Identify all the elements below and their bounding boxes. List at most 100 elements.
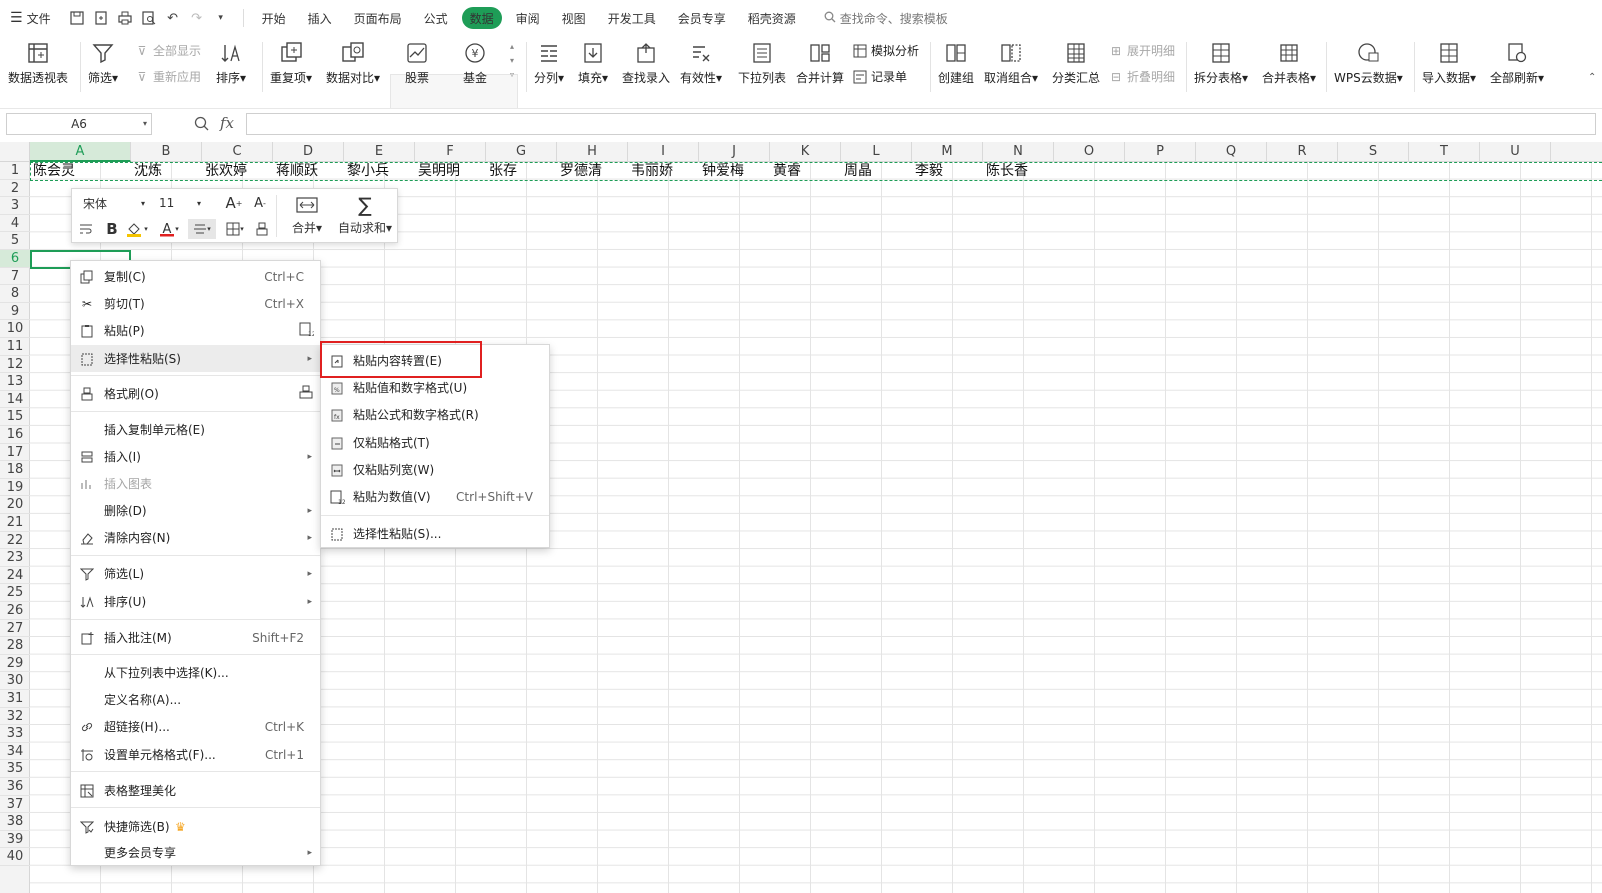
row-header-15[interactable]: 15 (0, 408, 30, 426)
row-header-22[interactable]: 22 (0, 532, 30, 550)
format-cells-menu-item[interactable]: 设置单元格格式(F)... Ctrl+1 (71, 741, 320, 768)
column-header-b[interactable]: B (131, 142, 202, 162)
expand-detail-button[interactable]: ⊞ 展开明细 (1108, 42, 1175, 59)
redo-icon[interactable]: ↷ (189, 10, 205, 26)
row-header-14[interactable]: 14 (0, 391, 30, 409)
format-painter-quick-icon[interactable] (298, 385, 314, 402)
import-data-button[interactable]: 导入数据▾ (1422, 40, 1476, 86)
delete-menu-item[interactable]: 删除(D) ▸ (71, 497, 320, 524)
reapply-button[interactable]: ⊽ 重新应用 (134, 68, 201, 85)
pivot-table-button[interactable]: 数据透视表 (8, 40, 68, 86)
what-if-button[interactable]: 模拟分析 (852, 42, 919, 59)
merge-table-button[interactable]: 合并表格▾ (1262, 40, 1316, 86)
borders-icon[interactable]: ▾ (222, 219, 248, 239)
column-header-j[interactable]: J (699, 142, 770, 162)
column-header-q[interactable]: Q (1196, 142, 1267, 162)
row-header-30[interactable]: 30 (0, 672, 30, 690)
paste-column-width-menu-item[interactable]: 仅粘贴列宽(W) (321, 456, 549, 483)
row-header-2[interactable]: 2 (0, 180, 30, 198)
insert-copied-cells-menu-item[interactable]: 插入复制单元格(E) (71, 416, 320, 443)
print-icon[interactable] (117, 10, 133, 26)
increase-font-icon[interactable]: A + (224, 193, 244, 213)
row-header-21[interactable]: 21 (0, 514, 30, 532)
tab-0[interactable]: 开始 (254, 7, 294, 29)
sort-menu-item[interactable]: 排序(U) ▸ (71, 588, 320, 615)
column-header-m[interactable]: M (912, 142, 983, 162)
cell-h1[interactable]: 罗德清 (557, 162, 628, 180)
record-form-button[interactable]: 记录单 (852, 68, 907, 85)
column-header-n[interactable]: N (983, 142, 1054, 162)
column-header-s[interactable]: S (1338, 142, 1409, 162)
column-header-a[interactable]: A (30, 142, 131, 162)
subtotal-button[interactable]: 分类汇总 (1052, 40, 1100, 86)
row-header-38[interactable]: 38 (0, 813, 30, 831)
define-name-menu-item[interactable]: 定义名称(A)... (71, 686, 320, 713)
row-header-36[interactable]: 36 (0, 778, 30, 796)
paste-formats-only-menu-item[interactable]: 仅粘贴格式(T) (321, 429, 549, 456)
split-table-button[interactable]: 拆分表格▾ (1194, 40, 1248, 86)
tab-2[interactable]: 页面布局 (346, 7, 410, 29)
row-header-33[interactable]: 33 (0, 725, 30, 743)
row-header-26[interactable]: 26 (0, 602, 30, 620)
row-header-35[interactable]: 35 (0, 760, 30, 778)
validity-button[interactable]: 有效性▾ (680, 40, 722, 86)
row-header-40[interactable]: 40 (0, 848, 30, 866)
insert-menu-item[interactable]: 插入(I) ▸ (71, 443, 320, 470)
tab-9[interactable]: 稻壳资源 (740, 7, 804, 29)
row-header-23[interactable]: 23 (0, 549, 30, 567)
row-header-34[interactable]: 34 (0, 743, 30, 761)
ungroup-button[interactable]: 取消组合▾ (984, 40, 1038, 86)
cell-f1[interactable]: 吴明明 (415, 162, 486, 180)
column-header-e[interactable]: E (344, 142, 415, 162)
refresh-all-button[interactable]: 全部刷新▾ (1490, 40, 1544, 86)
cell-b1[interactable]: 沈炼 (131, 162, 202, 180)
row-header-1[interactable]: 1 (0, 162, 30, 180)
filter-button[interactable]: 筛选▾ (88, 40, 118, 86)
tab-6[interactable]: 视图 (554, 7, 594, 29)
row-header-28[interactable]: 28 (0, 637, 30, 655)
cell-n1[interactable]: 陈长香 (983, 162, 1054, 180)
cell-d1[interactable]: 蒋顺跃 (273, 162, 344, 180)
tab-7[interactable]: 开发工具 (600, 7, 664, 29)
autosum-button[interactable]: ∑ 自动求和▾ (334, 193, 396, 239)
qat-more-icon[interactable]: ▾ (213, 10, 229, 26)
format-painter-menu-item[interactable]: 格式刷(O) (71, 380, 320, 407)
fund-button[interactable]: ¥ 基金 (462, 40, 488, 86)
row-header-13[interactable]: 13 (0, 373, 30, 391)
data-compare-button[interactable]: 数据对比▾ (326, 40, 380, 86)
create-group-button[interactable]: 创建组 (938, 40, 974, 86)
column-header-o[interactable]: O (1054, 142, 1125, 162)
column-header-p[interactable]: P (1125, 142, 1196, 162)
more-vip-menu-item[interactable]: 更多会员专享 ▸ (71, 839, 320, 866)
formula-input[interactable] (246, 113, 1596, 135)
column-header-l[interactable]: L (841, 142, 912, 162)
filter-menu-item[interactable]: 筛选(L) ▸ (71, 560, 320, 587)
row-header-10[interactable]: 10 (0, 320, 30, 338)
output-pdf-icon[interactable] (93, 10, 109, 26)
select-all-corner[interactable] (0, 142, 30, 162)
row-header-37[interactable]: 37 (0, 796, 30, 814)
cell-g1[interactable]: 张存 (486, 162, 557, 180)
tab-4[interactable]: 数据 (461, 7, 502, 29)
print-preview-icon[interactable] (141, 10, 157, 26)
bold-icon[interactable]: B (102, 219, 122, 239)
paste-values-icon[interactable]: 123 (298, 321, 320, 340)
row-header-11[interactable]: 11 (0, 338, 30, 356)
row-header-24[interactable]: 24 (0, 567, 30, 585)
tab-3[interactable]: 公式 (416, 7, 456, 29)
column-header-g[interactable]: G (486, 142, 557, 162)
file-menu[interactable]: ☰ 文件 (10, 7, 51, 29)
row-header-8[interactable]: 8 (0, 285, 30, 303)
column-header-c[interactable]: C (202, 142, 273, 162)
name-box[interactable]: A6 ▾ (6, 113, 152, 135)
pick-from-list-menu-item[interactable]: 从下拉列表中选择(K)... (71, 659, 320, 686)
row-header-39[interactable]: 39 (0, 831, 30, 849)
font-name-select[interactable]: 宋体 ▾ (76, 193, 150, 213)
quick-filter-menu-item[interactable]: 快捷筛选(B) ♛ (71, 813, 320, 840)
paste-values-numfmt-menu-item[interactable]: % 粘贴值和数字格式(U) (321, 374, 549, 401)
row-header-5[interactable]: 5 (0, 232, 30, 250)
font-color-icon[interactable]: A ▾ (156, 219, 182, 239)
column-header-f[interactable]: F (415, 142, 486, 162)
insert-chart-menu-item[interactable]: 插入图表 (71, 470, 320, 497)
row-header-7[interactable]: 7 (0, 268, 30, 286)
